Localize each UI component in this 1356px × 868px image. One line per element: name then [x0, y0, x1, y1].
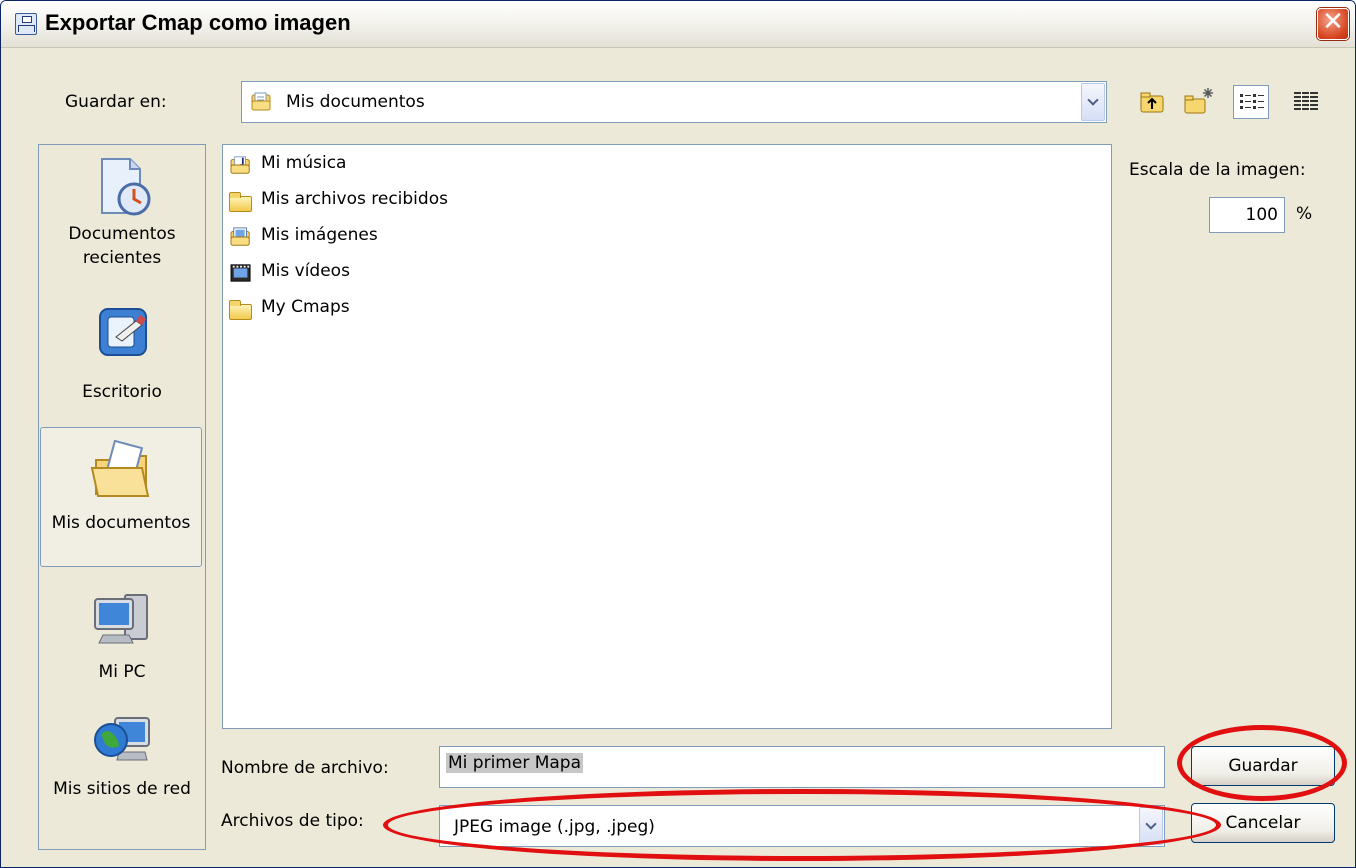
close-button[interactable]: ✕	[1317, 7, 1349, 40]
place-label: Mis documentos	[51, 513, 191, 533]
file-list[interactable]: Mi música Mis archivos recibidos Mis imá…	[222, 144, 1112, 729]
place-my-computer[interactable]: Mi PC	[39, 585, 205, 695]
folder-icon	[229, 300, 252, 320]
save-in-value: Mis documentos	[286, 92, 425, 112]
window-title: Exportar Cmap como imagen	[45, 10, 351, 35]
place-label: Escritorio	[82, 382, 162, 402]
filetype-value: JPEG image (.jpg, .jpeg)	[454, 817, 655, 837]
file-name: Mis vídeos	[261, 261, 350, 281]
music-folder-icon	[230, 156, 250, 174]
save-in-combo[interactable]: Mis documentos	[241, 81, 1107, 123]
places-bar: Documentos recientes Escritorio Mis docu…	[38, 144, 206, 850]
new-folder-button[interactable]	[1183, 85, 1213, 119]
filename-value: Mi primer Mapa	[446, 753, 584, 773]
documents-folder-icon	[250, 91, 272, 113]
file-name: Mi música	[261, 153, 347, 173]
desktop-icon	[99, 308, 147, 356]
scale-input[interactable]: 100	[1209, 197, 1285, 233]
place-network[interactable]: Mis sitios de red	[39, 710, 205, 830]
place-desktop[interactable]: Escritorio	[39, 303, 205, 413]
filename-input[interactable]: Mi primer Mapa	[439, 746, 1165, 788]
folder-icon	[229, 192, 252, 212]
network-places-icon	[94, 717, 150, 761]
export-dialog: Exportar Cmap como imagen ✕ Guardar en: …	[0, 0, 1356, 868]
scale-value: 100	[1245, 205, 1278, 225]
close-icon: ✕	[1322, 7, 1344, 37]
videos-folder-icon	[230, 264, 251, 282]
place-label: Mis sitios de red	[53, 779, 191, 799]
details-view-button[interactable]	[1291, 85, 1321, 119]
cancel-button[interactable]: Cancelar	[1191, 803, 1335, 843]
place-label: Mi PC	[98, 662, 146, 682]
file-name: My Cmaps	[261, 297, 350, 317]
list-view-button[interactable]	[1233, 85, 1269, 119]
new-folder-icon	[1184, 88, 1213, 114]
file-name: Mis imágenes	[261, 225, 378, 245]
up-one-level-button[interactable]	[1137, 85, 1167, 119]
details-view-icon	[1294, 92, 1318, 110]
cmap-app-icon	[15, 13, 37, 35]
filename-label: Nombre de archivo:	[221, 758, 389, 778]
place-label: Documentos	[68, 224, 176, 244]
chevron-down-icon[interactable]	[1081, 83, 1105, 121]
my-computer-icon	[94, 594, 148, 644]
place-recent-documents[interactable]: Documentos recientes	[39, 155, 205, 285]
filetype-label: Archivos de tipo:	[221, 811, 364, 831]
chevron-down-icon[interactable]	[1139, 807, 1163, 845]
list-view-icon	[1240, 94, 1264, 109]
my-documents-icon	[90, 439, 150, 497]
place-my-documents[interactable]: Mis documentos	[40, 427, 202, 567]
title-bar[interactable]: Exportar Cmap como imagen ✕	[1, 1, 1355, 48]
place-label-line2: recientes	[82, 248, 162, 268]
file-name: Mis archivos recibidos	[261, 189, 448, 209]
scale-label: Escala de la imagen:	[1129, 160, 1306, 180]
pictures-folder-icon	[230, 227, 250, 246]
recent-documents-icon	[101, 158, 151, 216]
scale-unit: %	[1296, 204, 1313, 224]
save-in-label: Guardar en:	[65, 92, 167, 112]
filetype-select[interactable]: JPEG image (.jpg, .jpeg)	[439, 805, 1165, 847]
save-button[interactable]: Guardar	[1191, 746, 1335, 786]
folder-up-icon	[1140, 92, 1164, 113]
